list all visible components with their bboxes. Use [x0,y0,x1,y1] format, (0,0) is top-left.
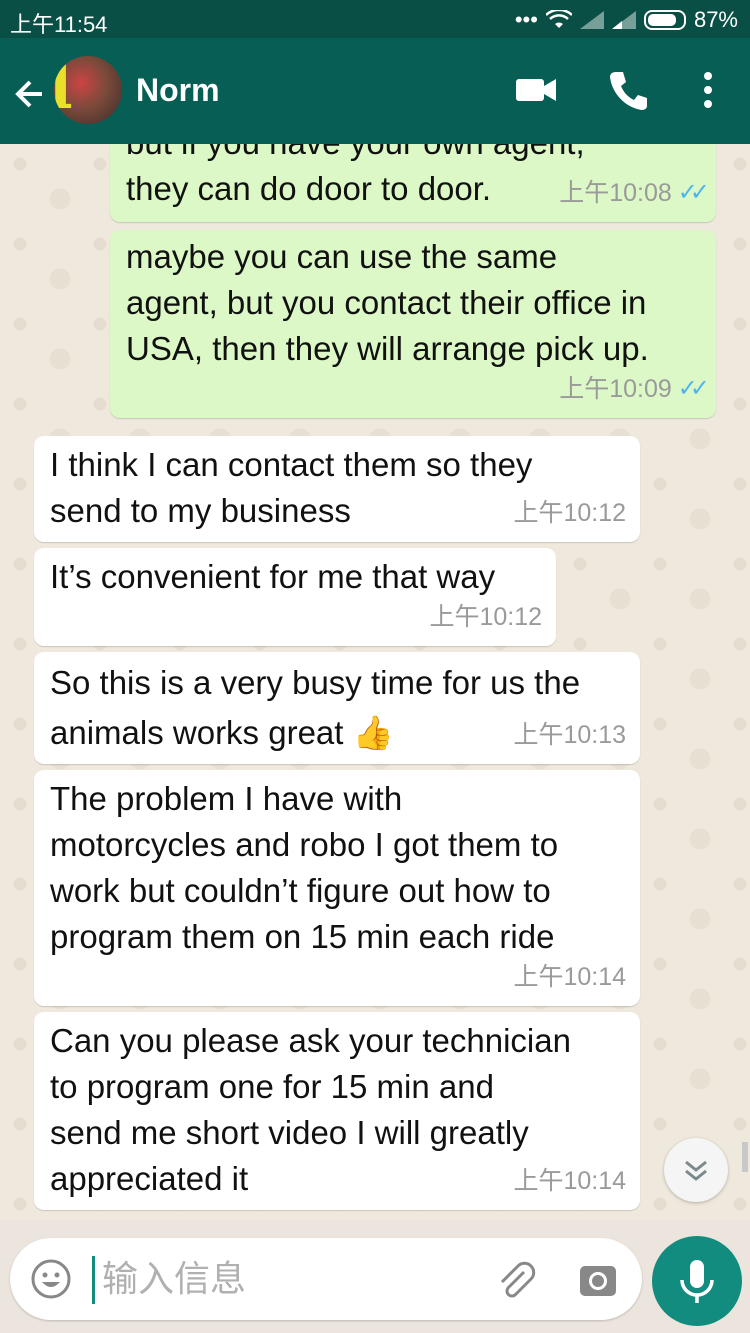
message-bubble[interactable]: maybe you can use the same agent, but yo… [110,230,716,418]
message-meta: 上午10:13 [513,712,626,758]
microphone-icon [680,1260,714,1303]
text-cursor [92,1256,95,1304]
wifi-icon [545,10,572,28]
message-meta: 上午10:12 [513,490,626,536]
camera-icon[interactable] [578,1260,618,1300]
message-bubble[interactable]: So this is a very busy time for us the a… [34,652,640,764]
video-call-icon[interactable] [514,68,558,112]
message-time: 上午10:08 [559,179,672,207]
scrollbar[interactable] [742,1142,748,1172]
message-bubble[interactable]: It’s convenient for me that way 上午10:12 [34,548,556,646]
status-bar: 上午11:54 ••• 87% [0,0,750,38]
chat-messages[interactable]: but if you have your own agent, they can… [0,144,750,1220]
more-options-icon[interactable] [690,68,734,112]
status-icons: ••• 87% [515,7,738,33]
message-time: 上午10:12 [513,499,626,527]
contact-name[interactable]: Norm [136,72,220,109]
message-meta: 上午10:14 [513,954,626,1000]
message-text: It’s convenient for me that way [50,558,496,595]
message-bubble[interactable]: Can you please ask your technician to pr… [34,1012,640,1210]
message-time: 上午10:13 [513,721,626,749]
scroll-to-bottom-button[interactable] [664,1138,728,1202]
message-time: 上午10:14 [513,963,626,991]
read-ticks-icon: ✓✓ [677,375,710,402]
voice-call-icon[interactable] [606,68,650,112]
message-meta: 上午10:09 ✓✓ [559,366,710,412]
message-time: 上午10:14 [513,1167,626,1195]
more-dots-icon: ••• [514,7,538,32]
message-meta: 上午10:14 [513,1158,626,1204]
message-bubble[interactable]: I think I can contact them so they send … [34,436,640,542]
double-chevron-down-icon [685,1160,707,1181]
message-input[interactable]: 输入信息 [102,1256,246,1302]
message-composer: 输入信息 [10,1238,642,1320]
avatar-logo: M [54,56,74,124]
emoji-icon[interactable] [30,1258,72,1300]
message-bubble[interactable]: The problem I have with motorcycles and … [34,770,640,1006]
battery-icon [643,10,686,30]
cell-signal-icon-2 [611,11,636,29]
message-meta: 上午10:08 ✓✓ [559,170,710,216]
message-text: maybe you can use the same agent, but yo… [126,238,649,367]
message-time: 上午10:12 [429,603,542,631]
message-meta: 上午10:12 [429,594,542,640]
message-text: The problem I have with motorcycles and … [50,780,559,955]
cell-signal-icon [579,11,604,29]
battery-percent: 87% [693,7,738,32]
message-bubble[interactable]: but if you have your own agent, they can… [110,144,716,222]
chat-header: M Norm [0,38,750,144]
status-time: 上午11:54 [10,12,108,37]
read-ticks-icon: ✓✓ [677,179,710,206]
message-time: 上午10:09 [559,375,672,403]
voice-record-button[interactable] [652,1236,742,1326]
avatar[interactable]: M [54,56,122,124]
back-arrow-icon[interactable] [12,76,48,118]
attach-paperclip-icon[interactable] [494,1258,538,1302]
